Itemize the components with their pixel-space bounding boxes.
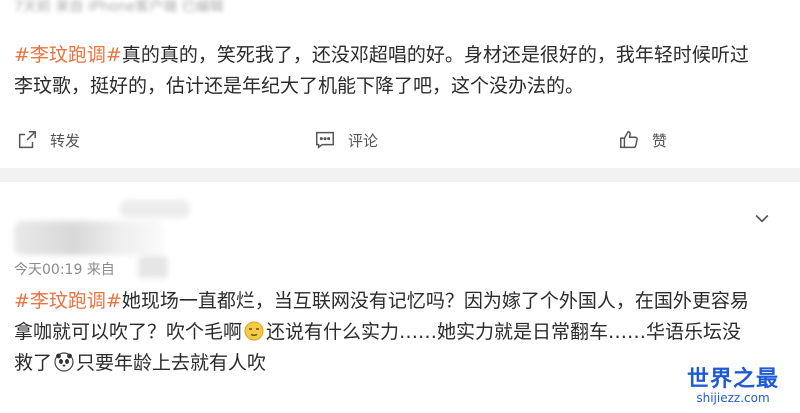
username-redacted-extra	[120, 200, 190, 218]
post-card-1: 7天前 来自 iPhone客户端 已编辑 #李玟跑调#真的真的，笑死我了，还没邓…	[0, 0, 800, 168]
post-meta-blurred: 7天前 来自 iPhone客户端 已编辑	[14, 0, 224, 15]
watermark-url: shijiezz.com	[696, 391, 770, 405]
post-line-1: #李玟跑调#真的真的，笑死我了，还没邓超唱的好。身材还是很好的，我年轻时候听过	[14, 44, 749, 66]
comment-icon	[316, 131, 334, 149]
like-button[interactable]: 赞	[618, 122, 667, 158]
feed-divider	[0, 168, 800, 182]
share-icon	[18, 131, 36, 149]
username-redacted	[14, 221, 164, 255]
post-card-2: 今天00:19 来自 #李玟跑调#她现场一直都烂，当互联网没有记忆吗？因为嫁了个…	[0, 182, 800, 413]
post-line-1: #李玟跑调#她现场一直都烂，当互联网没有记忆吗？因为嫁了个外国人，在国外更容易	[14, 290, 749, 312]
share-button[interactable]: 转发	[16, 122, 80, 158]
source-redacted	[138, 256, 168, 278]
comment-button[interactable]: 评论	[314, 122, 378, 158]
share-label: 转发	[50, 131, 81, 150]
chevron-down-icon[interactable]	[752, 208, 772, 228]
post-line-3: 救了 只要年龄上去就有人吹	[14, 352, 267, 374]
smirk-emoji-icon	[244, 321, 264, 341]
panda-emoji-icon	[54, 352, 74, 372]
hashtag-link[interactable]: #李玟跑调#	[14, 44, 122, 66]
like-label: 赞	[652, 131, 668, 150]
post-line-2: 李玟歌，挺好的，估计还是年纪大了机能下降了吧，这个没办法的。	[14, 75, 585, 97]
post-line-2: 拿咖就可以吹了？吹个毛啊 还说有什么实力……她实力就是日常翻车……华语乐坛没	[14, 321, 742, 343]
comment-label: 评论	[348, 131, 379, 150]
watermark-title: 世界之最	[686, 367, 779, 392]
post-text: #李玟跑调#真的真的，笑死我了，还没邓超唱的好。身材还是很好的，我年轻时候听过 …	[14, 40, 786, 102]
post-text: #李玟跑调#她现场一直都烂，当互联网没有记忆吗？因为嫁了个外国人，在国外更容易 …	[14, 286, 786, 379]
hashtag-link[interactable]: #李玟跑调#	[14, 290, 122, 312]
site-watermark: 世界之最 shijiezz.com	[674, 361, 792, 405]
post-timestamp: 今天00:19 来自	[14, 262, 115, 278]
thumbs-up-icon	[620, 131, 638, 149]
post-action-bar: 转发 评论 赞	[0, 122, 800, 158]
